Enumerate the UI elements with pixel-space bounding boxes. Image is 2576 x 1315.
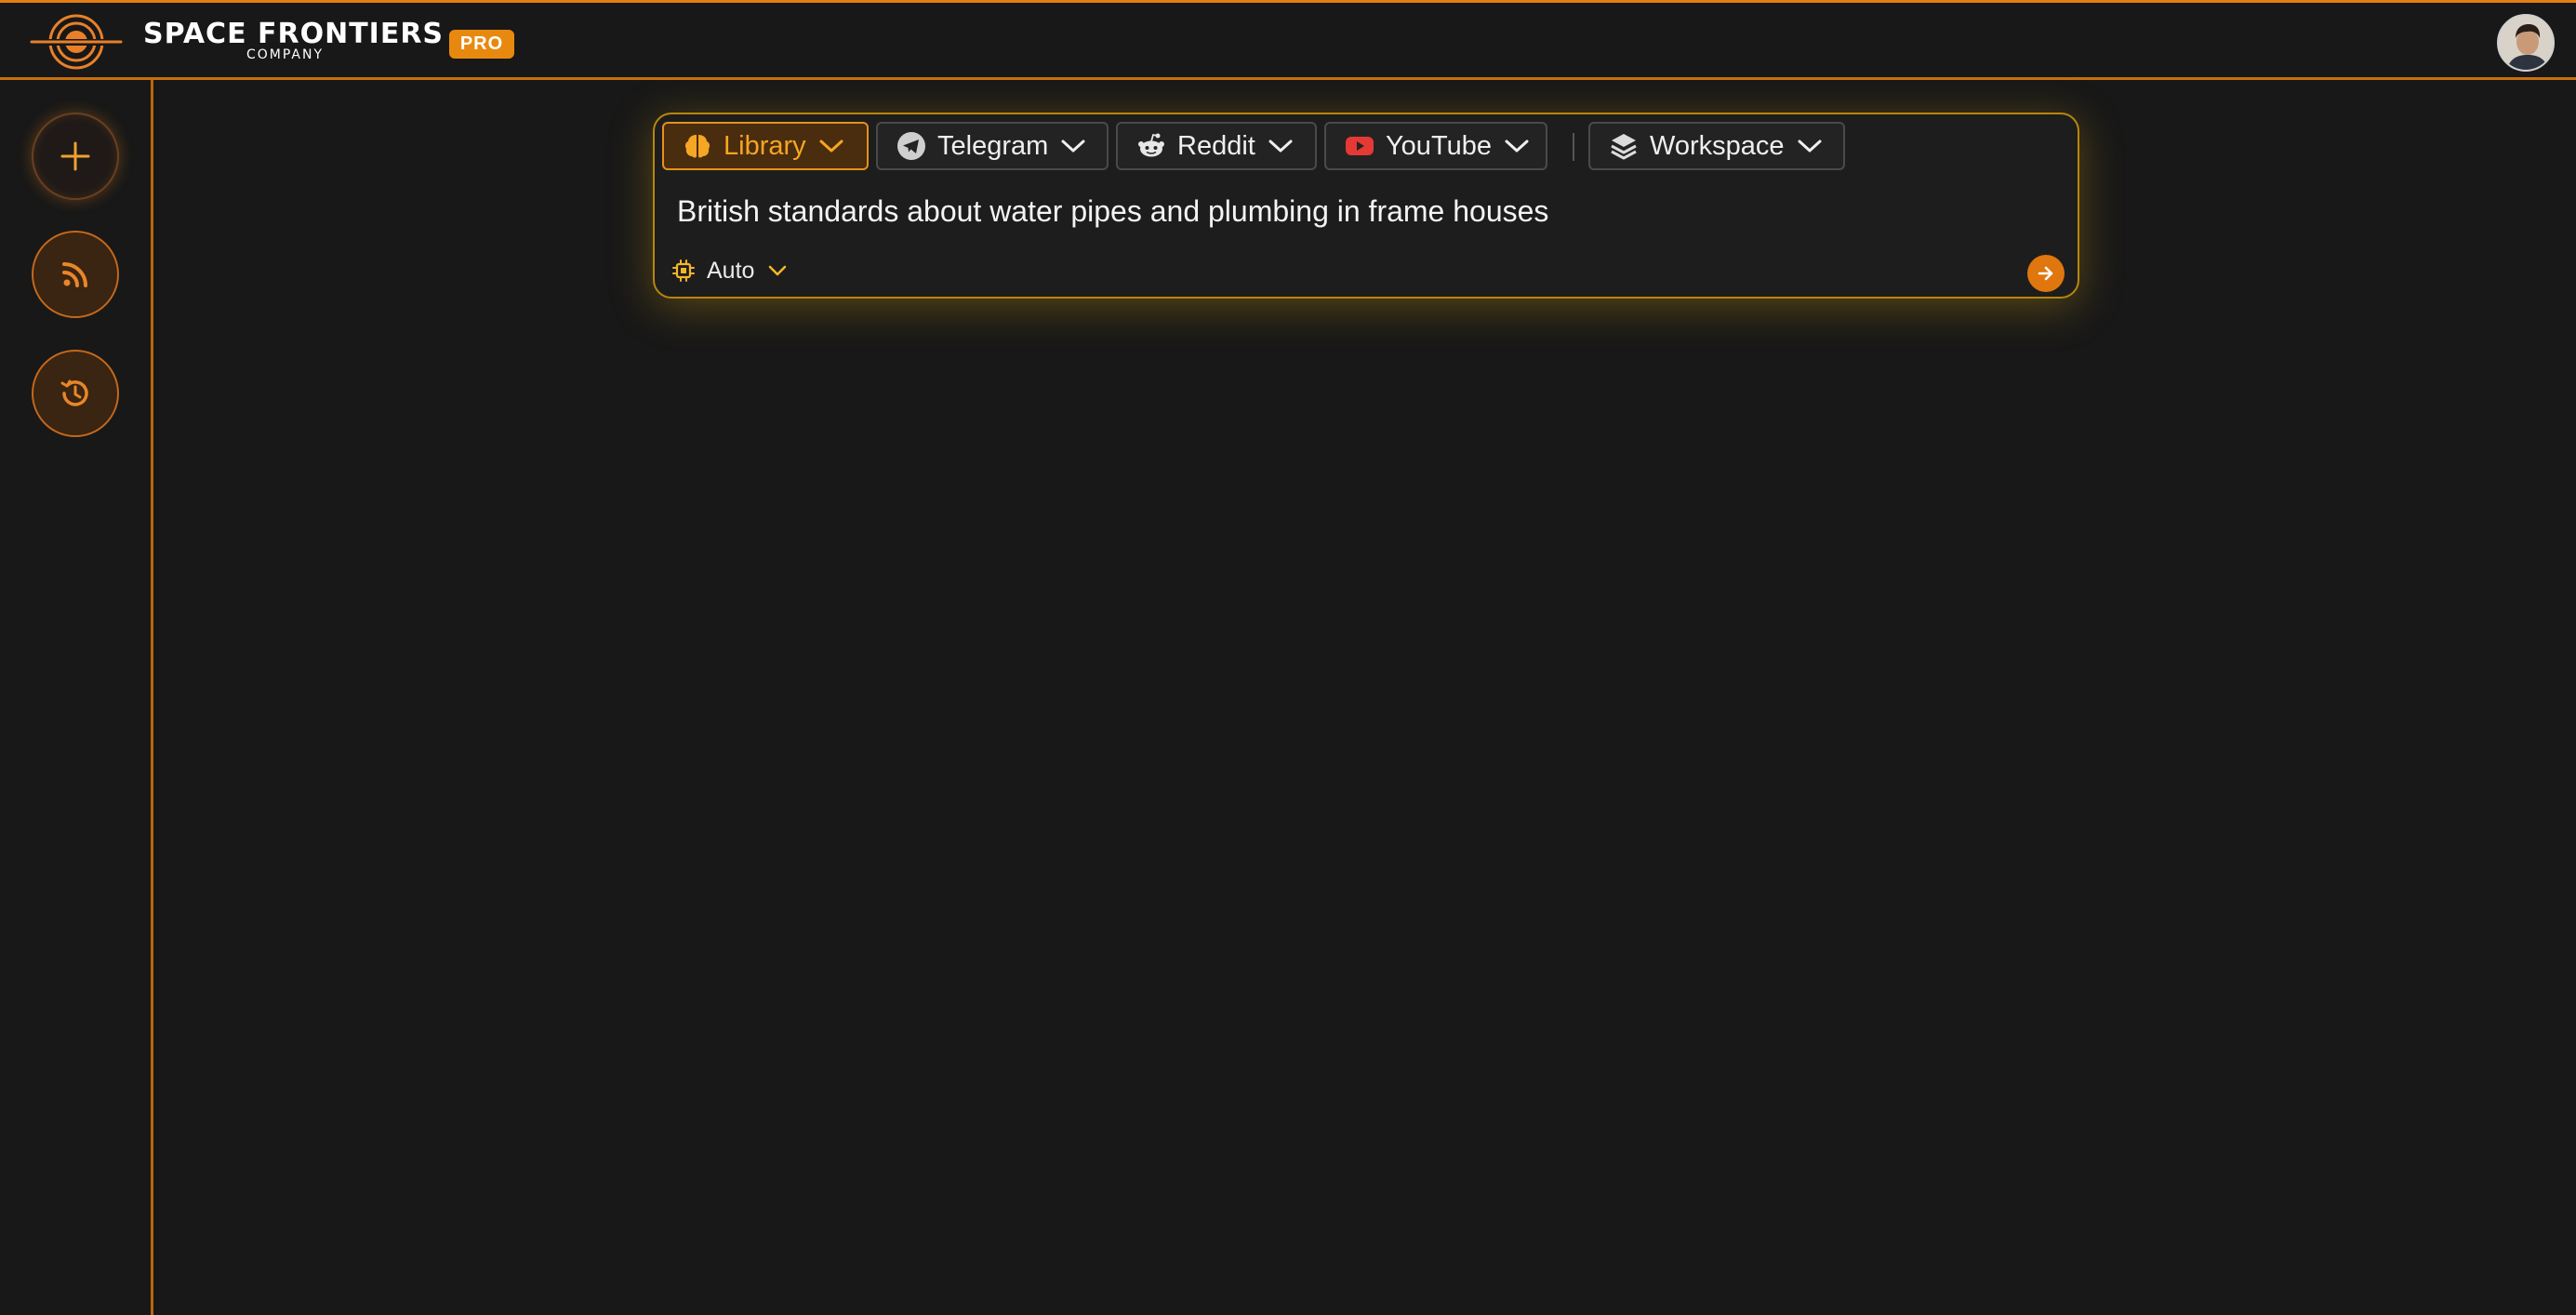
chevron-down-icon	[819, 139, 843, 153]
tab-youtube[interactable]: YouTube	[1324, 122, 1547, 170]
arrow-right-icon	[2038, 266, 2053, 281]
brand-name: SPACE FRONTIERS	[143, 18, 445, 50]
chevron-down-icon	[1268, 139, 1293, 153]
rss-icon	[62, 262, 87, 287]
chevron-down-icon	[1798, 139, 1822, 153]
brand-subtitle: COMPANY	[246, 47, 325, 62]
left-sidebar	[0, 80, 153, 1315]
youtube-icon	[1346, 137, 1374, 155]
telegram-icon	[897, 132, 925, 160]
tab-reddit[interactable]: Reddit	[1116, 122, 1317, 170]
tab-workspace-label: Workspace	[1650, 130, 1785, 161]
tab-library-label: Library	[724, 130, 806, 161]
top-header: SPACE FRONTIERS COMPANY PRO	[0, 0, 2576, 80]
tab-telegram-label: Telegram	[937, 130, 1049, 161]
tab-workspace[interactable]: Workspace	[1588, 122, 1845, 170]
new-search-button[interactable]	[32, 113, 119, 200]
planet-logo-icon[interactable]	[28, 10, 125, 72]
tab-library[interactable]: Library	[662, 122, 869, 170]
feed-button[interactable]	[32, 231, 119, 318]
search-card: Library Telegram Reddit YouTube Workspac…	[653, 113, 2079, 299]
history-button[interactable]	[32, 350, 119, 437]
avatar-portrait-icon	[2499, 16, 2553, 70]
model-selector[interactable]: Auto	[671, 256, 788, 286]
brain-icon	[684, 135, 710, 158]
search-query-input[interactable]: British standards about water pipes and …	[677, 194, 1548, 229]
reddit-icon	[1138, 133, 1164, 157]
cpu-chip-icon	[672, 259, 695, 282]
tab-reddit-label: Reddit	[1177, 130, 1255, 161]
user-avatar[interactable]	[2497, 14, 2555, 72]
history-icon	[60, 379, 88, 406]
layers-icon	[1611, 134, 1637, 160]
plus-icon	[60, 141, 90, 171]
chevron-down-icon	[1505, 139, 1529, 153]
tab-youtube-label: YouTube	[1386, 130, 1492, 161]
model-label: Auto	[707, 257, 755, 284]
chevron-down-icon	[1061, 139, 1085, 153]
pro-badge: PRO	[449, 30, 514, 59]
chevron-down-icon	[769, 265, 787, 276]
tab-telegram[interactable]: Telegram	[876, 122, 1109, 170]
submit-button[interactable]	[2027, 255, 2065, 292]
tab-divider	[1573, 133, 1574, 161]
